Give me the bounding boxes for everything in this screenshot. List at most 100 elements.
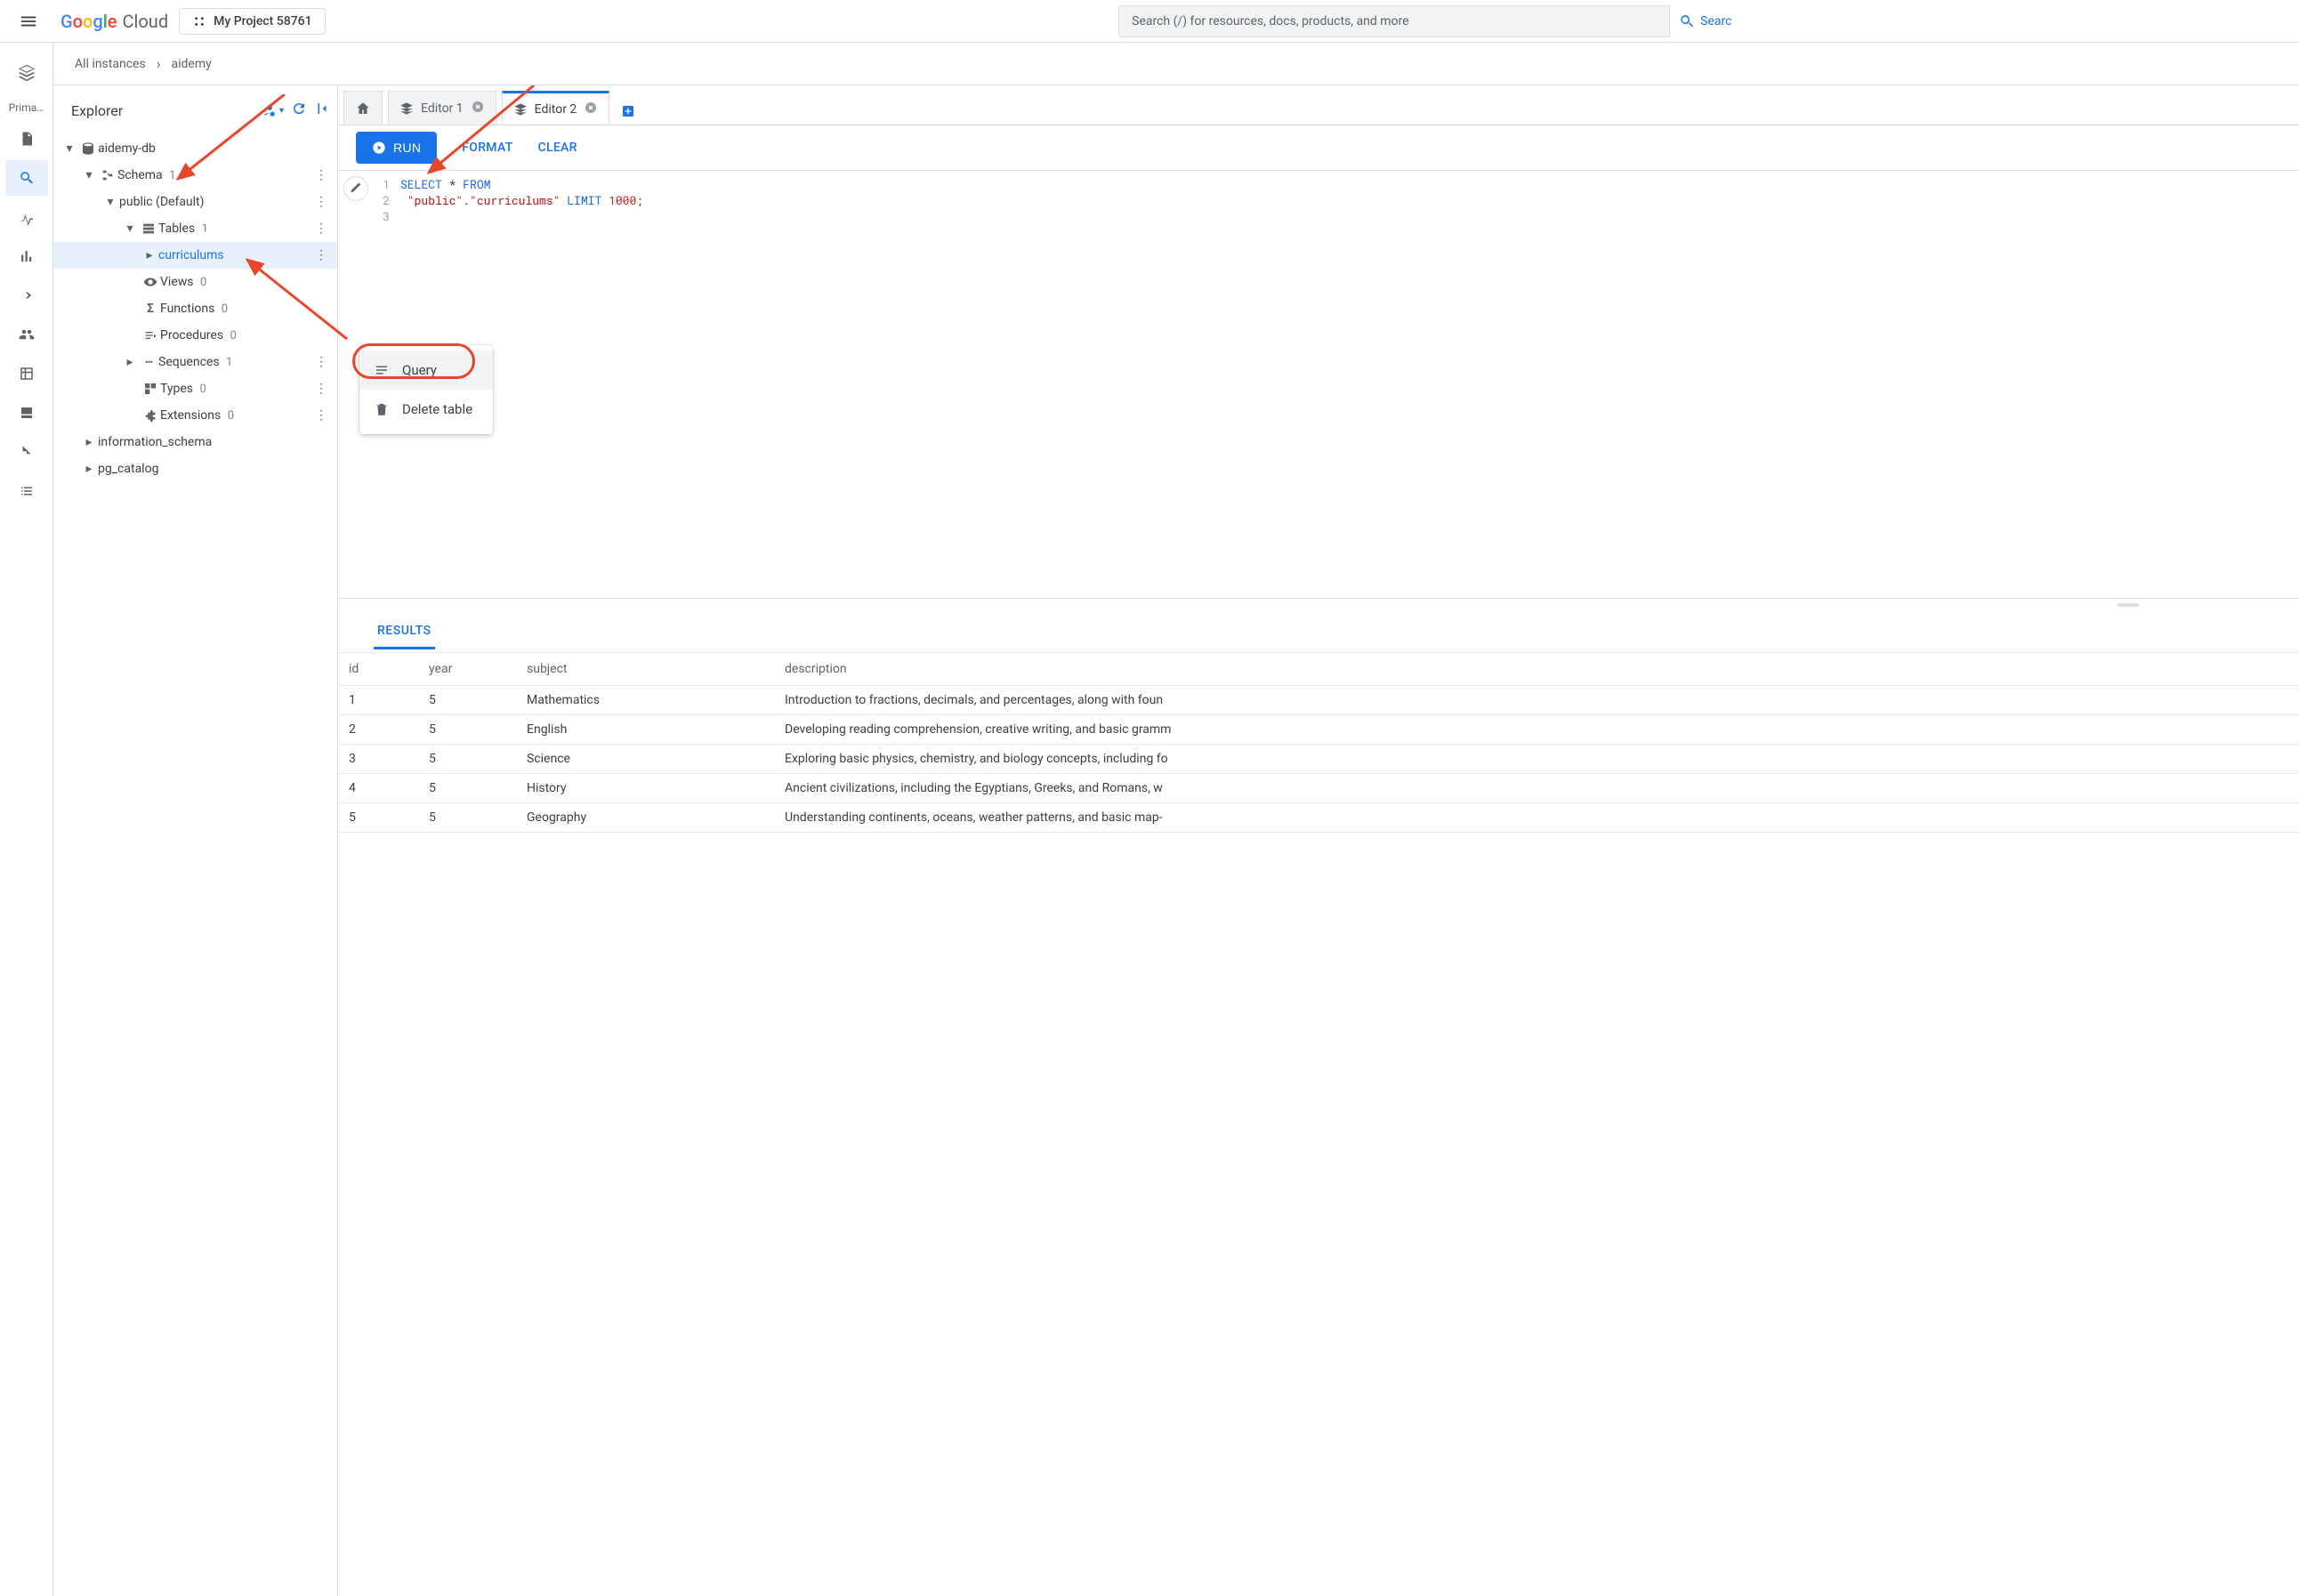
rail-item-import[interactable] <box>5 278 48 313</box>
google-cloud-logo[interactable]: Google Cloud <box>60 11 168 32</box>
more-button[interactable]: ⋮ <box>311 195 332 209</box>
ctx-delete-table[interactable]: Delete table <box>359 390 493 429</box>
breadcrumb-root[interactable]: All instances <box>75 57 146 71</box>
breadcrumb: All instances › aidemy <box>53 43 2299 85</box>
tree-views[interactable]: Views 0 <box>53 269 337 295</box>
tree-functions[interactable]: Σ Functions 0 <box>53 295 337 322</box>
tree-information-schema[interactable]: ▸ information_schema <box>53 429 337 455</box>
rail-item-tables[interactable] <box>5 356 48 391</box>
rail-item-logs[interactable] <box>5 473 48 509</box>
search-placeholder: Search (/) for resources, docs, products… <box>1132 14 1408 28</box>
query-icon <box>374 362 390 378</box>
extension-icon <box>141 408 160 423</box>
rail-item-overview[interactable] <box>5 121 48 157</box>
more-button[interactable]: ⋮ <box>311 355 332 369</box>
close-tab-button[interactable] <box>584 101 598 118</box>
table-context-menu: Query Delete table <box>359 345 493 434</box>
tree-extensions[interactable]: Extensions 0 ⋮ <box>53 402 337 429</box>
chevron-down-icon: ▾ <box>101 195 119 209</box>
rail-item-query[interactable] <box>5 160 48 196</box>
tree-database[interactable]: ▾ aidemy-db <box>53 135 337 162</box>
col-year[interactable]: year <box>418 653 516 686</box>
rail-item-users[interactable] <box>5 317 48 352</box>
page-icon <box>19 131 35 147</box>
clear-button[interactable]: CLEAR <box>538 141 577 155</box>
table-row[interactable]: 15MathematicsIntroduction to fractions, … <box>338 686 2299 715</box>
format-button[interactable]: FORMAT <box>462 141 512 155</box>
tab-editor-2[interactable]: Editor 2 <box>502 91 610 125</box>
more-button[interactable]: ⋮ <box>311 222 332 236</box>
table-row[interactable]: 55GeographyUnderstanding continents, oce… <box>338 803 2299 833</box>
more-button[interactable]: ⋮ <box>311 408 332 423</box>
list-icon <box>19 483 35 499</box>
cell-subject: Mathematics <box>516 686 774 715</box>
more-button[interactable]: ⋮ <box>311 382 332 396</box>
sequence-icon: ••• <box>139 357 158 368</box>
cell-year: 5 <box>418 774 516 803</box>
code-editor[interactable]: 123 SELECT * FROM "public"."curriculums"… <box>338 171 2299 598</box>
col-subject[interactable]: subject <box>516 653 774 686</box>
explorer-tree: ▾ aidemy-db ▾ Schema 1 ⋮ ▾ public (Defau… <box>53 135 337 1596</box>
home-icon <box>355 101 371 117</box>
explorer-refresh-button[interactable] <box>291 101 307 120</box>
cell-id: 1 <box>338 686 418 715</box>
add-tab-button[interactable] <box>615 98 641 125</box>
tree-procedures[interactable]: Procedures 0 <box>53 322 337 349</box>
branch-icon <box>19 444 35 460</box>
tree-pg-catalog[interactable]: ▸ pg_catalog <box>53 455 337 482</box>
tree-public[interactable]: ▾ public (Default) ⋮ <box>53 189 337 215</box>
global-search-button[interactable]: Searc <box>1669 5 1740 37</box>
person-gear-icon <box>262 102 278 118</box>
layers-icon <box>513 102 528 117</box>
table-row[interactable]: 45HistoryAncient civilizations, includin… <box>338 774 2299 803</box>
top-bar: Google Cloud My Project 58761 Search (/)… <box>0 0 2299 43</box>
results-drag-handle[interactable] <box>338 599 2299 611</box>
close-icon <box>471 100 485 114</box>
grid-icon <box>19 366 35 382</box>
tree-table-curriculums[interactable]: ▸ curriculums ⋮ <box>53 242 337 269</box>
tree-schema[interactable]: ▾ Schema 1 ⋮ <box>53 162 337 189</box>
ai-assist-button[interactable] <box>343 176 368 201</box>
project-selector[interactable]: My Project 58761 <box>179 8 325 35</box>
views-icon <box>141 275 160 289</box>
hamburger-menu-button[interactable] <box>7 0 50 43</box>
layers-icon <box>17 63 36 83</box>
project-icon <box>192 14 206 28</box>
cloud-wordmark: Cloud <box>123 11 169 32</box>
explorer-settings-button[interactable]: ▾ <box>262 102 284 118</box>
procedure-icon <box>141 328 160 343</box>
tree-tables[interactable]: ▾ Tables 1 ⋮ <box>53 215 337 242</box>
explorer-panel: Explorer ▾ <box>53 85 338 1596</box>
cell-description: Exploring basic physics, chemistry, and … <box>774 745 2299 774</box>
more-button[interactable]: ⋮ <box>311 168 332 182</box>
rail-item-migrate[interactable] <box>5 434 48 470</box>
close-tab-button[interactable] <box>471 100 485 117</box>
collapse-left-icon <box>314 101 330 117</box>
editor-pane: Editor 1 Editor 2 RUN <box>338 85 2299 1596</box>
service-icon[interactable] <box>17 52 36 94</box>
explorer-collapse-button[interactable] <box>314 101 330 120</box>
run-button[interactable]: RUN <box>356 132 437 164</box>
col-id[interactable]: id <box>338 653 418 686</box>
table-row[interactable]: 25EnglishDeveloping reading comprehensio… <box>338 715 2299 745</box>
global-search-input[interactable]: Search (/) for resources, docs, products… <box>1118 5 1670 37</box>
search-icon <box>19 170 35 186</box>
refresh-icon <box>291 101 307 117</box>
results-tab[interactable]: RESULTS <box>374 615 435 649</box>
layers-icon <box>399 101 414 116</box>
tree-sequences[interactable]: ▸ ••• Sequences 1 ⋮ <box>53 349 337 375</box>
table-row[interactable]: 35ScienceExploring basic physics, chemis… <box>338 745 2299 774</box>
tree-types[interactable]: Types 0 ⋮ <box>53 375 337 402</box>
search-button-label: Searc <box>1700 14 1731 28</box>
tab-editor-1[interactable]: Editor 1 <box>388 91 496 125</box>
rail-item-backups[interactable] <box>5 395 48 431</box>
rail-item-monitoring[interactable] <box>5 199 48 235</box>
cell-description: Understanding continents, oceans, weathe… <box>774 803 2299 833</box>
ctx-query[interactable]: Query <box>359 351 493 390</box>
col-description[interactable]: description <box>774 653 2299 686</box>
cell-subject: English <box>516 715 774 745</box>
rail-item-insights[interactable] <box>5 238 48 274</box>
tree-label: public (Default) <box>119 195 311 209</box>
more-button[interactable]: ⋮ <box>311 248 332 262</box>
tab-home[interactable] <box>343 91 383 125</box>
